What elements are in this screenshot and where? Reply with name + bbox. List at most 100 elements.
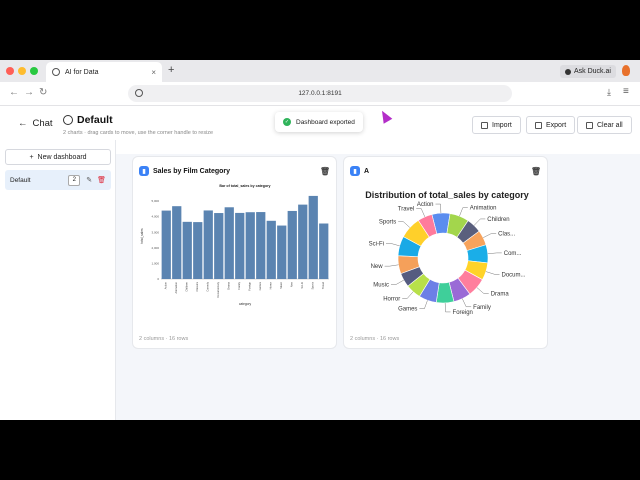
chart-count-badge: 2 bbox=[68, 174, 81, 186]
bar bbox=[182, 221, 192, 279]
card-header: ▮ Sales by Film Category 🗑 bbox=[139, 165, 330, 177]
x-tick-label: Horror bbox=[268, 282, 272, 289]
bar bbox=[245, 212, 255, 279]
ask-duck-button[interactable]: Ask Duck.ai bbox=[560, 65, 616, 78]
delete-card-icon[interactable]: 🗑 bbox=[320, 167, 330, 176]
bar bbox=[172, 206, 182, 279]
chart-icon: ▮ bbox=[139, 166, 149, 176]
bar bbox=[298, 204, 308, 279]
slice-label: Action bbox=[417, 202, 434, 208]
tab-close-icon[interactable]: × bbox=[151, 68, 156, 77]
x-tick-label: Animation bbox=[174, 281, 178, 293]
menu-icon[interactable]: ≡ bbox=[623, 86, 629, 97]
slice-leader-line bbox=[402, 291, 414, 299]
bar bbox=[161, 210, 171, 279]
arrow-left-icon: ← bbox=[18, 118, 28, 129]
slice-label: Music bbox=[373, 283, 389, 289]
bar bbox=[214, 213, 224, 279]
slice-label: Drama bbox=[491, 291, 510, 297]
x-tick-label: Comedy bbox=[205, 281, 209, 291]
slice-label: New bbox=[371, 264, 384, 270]
dashboard-icon bbox=[63, 115, 73, 125]
slice-leader-line bbox=[398, 221, 410, 228]
y-tick-label: 1,000 bbox=[151, 262, 159, 266]
y-axis-label: total_sales bbox=[140, 228, 144, 244]
slice-label: Children bbox=[487, 217, 509, 223]
bar bbox=[308, 195, 318, 279]
slice-leader-line bbox=[462, 298, 472, 307]
chart-card-bar[interactable]: ▮ Sales by Film Category 🗑 Bar of total_… bbox=[132, 156, 337, 349]
bar bbox=[193, 222, 203, 279]
maximize-window-button[interactable] bbox=[30, 67, 38, 75]
y-tick-label: 0 bbox=[157, 277, 159, 281]
page-title: Default bbox=[63, 114, 113, 126]
plus-icon: + bbox=[29, 153, 34, 161]
ask-duck-label: Ask Duck.ai bbox=[574, 68, 611, 75]
x-tick-label: Drama bbox=[226, 281, 230, 289]
new-tab-button[interactable]: + bbox=[168, 64, 174, 76]
back-icon[interactable]: ← bbox=[9, 87, 19, 98]
bar bbox=[235, 212, 245, 279]
slice-label: Travel bbox=[398, 207, 414, 213]
clear-all-button[interactable]: Clear all bbox=[577, 116, 632, 134]
new-dashboard-button[interactable]: + New dashboard bbox=[5, 149, 111, 165]
x-axis-label: category bbox=[239, 302, 252, 306]
slice-leader-line bbox=[444, 302, 451, 313]
slice-leader-line bbox=[459, 207, 468, 217]
slice-leader-line bbox=[384, 264, 399, 267]
slice-label: Sports bbox=[379, 219, 396, 225]
x-tick-label: Foreign bbox=[247, 281, 251, 290]
check-icon: ✓ bbox=[283, 118, 291, 126]
delete-card-icon[interactable]: 🗑 bbox=[531, 167, 541, 176]
chart-card-pie[interactable]: ▮ A 🗑 Distribution of total_sales by cat… bbox=[343, 156, 548, 349]
tab-title: AI for Data bbox=[65, 68, 99, 76]
browser-tab[interactable]: AI for Data × bbox=[46, 62, 162, 82]
download-icon[interactable]: ⤓ bbox=[607, 87, 611, 98]
tab-bar: AI for Data × + Ask Duck.ai bbox=[0, 60, 640, 82]
sidebar-item-label: Default bbox=[10, 176, 31, 184]
bar bbox=[287, 210, 297, 279]
site-info-icon[interactable] bbox=[135, 89, 143, 97]
bar bbox=[224, 207, 234, 279]
x-tick-label: Classics bbox=[195, 281, 199, 291]
x-tick-label: Sci-Fi bbox=[300, 282, 304, 289]
clear-label: Clear all bbox=[597, 121, 623, 129]
slice-label: Foreign bbox=[453, 310, 473, 316]
slice-leader-line bbox=[390, 279, 404, 285]
import-button[interactable]: Import bbox=[472, 116, 521, 134]
address-field[interactable]: 127.0.0.1:8191 bbox=[128, 85, 512, 102]
dashboard-sidebar: + New dashboard Default 2 ✎ 🗑 bbox=[0, 140, 116, 420]
back-label: Chat bbox=[32, 118, 53, 129]
sidebar-item-default[interactable]: Default 2 ✎ 🗑 bbox=[5, 170, 111, 190]
x-tick-label: Children bbox=[184, 281, 188, 291]
slice-label: Games bbox=[398, 307, 417, 313]
card-header: ▮ A 🗑 bbox=[350, 165, 541, 177]
slice-leader-line bbox=[473, 218, 486, 226]
card-title: Sales by Film Category bbox=[153, 167, 231, 175]
slice-leader-line bbox=[483, 233, 497, 238]
duck-icon bbox=[565, 68, 571, 75]
x-tick-label: Family bbox=[237, 281, 241, 289]
chart-icon: ▮ bbox=[350, 166, 360, 176]
back-to-chat-button[interactable]: ← Chat bbox=[18, 118, 53, 129]
x-tick-label: Travel bbox=[321, 282, 325, 290]
x-tick-label: Documentary bbox=[216, 281, 220, 297]
toast-text: Dashboard exported bbox=[296, 118, 355, 126]
slice-leader-line bbox=[485, 271, 500, 275]
reload-icon[interactable]: ↻ bbox=[39, 87, 47, 98]
slice-label: Sci-Fi bbox=[369, 241, 384, 247]
delete-icon[interactable]: 🗑 bbox=[97, 176, 106, 184]
edit-icon[interactable]: ✎ bbox=[86, 176, 92, 184]
forward-icon[interactable]: → bbox=[24, 87, 34, 98]
bar-chart: Bar of total_sales by category 0 1,000 2,00… bbox=[140, 184, 329, 306]
minimize-window-button[interactable] bbox=[18, 67, 26, 75]
slice-leader-line bbox=[435, 203, 442, 214]
slice-leader-line bbox=[385, 243, 400, 247]
fire-icon[interactable] bbox=[622, 65, 630, 76]
export-toast: ✓ Dashboard exported bbox=[275, 112, 363, 132]
slice-label: Docum... bbox=[501, 272, 525, 278]
page-subtitle: 2 charts · drag cards to move, use the c… bbox=[63, 130, 214, 136]
close-window-button[interactable] bbox=[6, 67, 14, 75]
export-button[interactable]: Export bbox=[526, 116, 576, 134]
y-tick-label: 2,000 bbox=[151, 246, 159, 250]
